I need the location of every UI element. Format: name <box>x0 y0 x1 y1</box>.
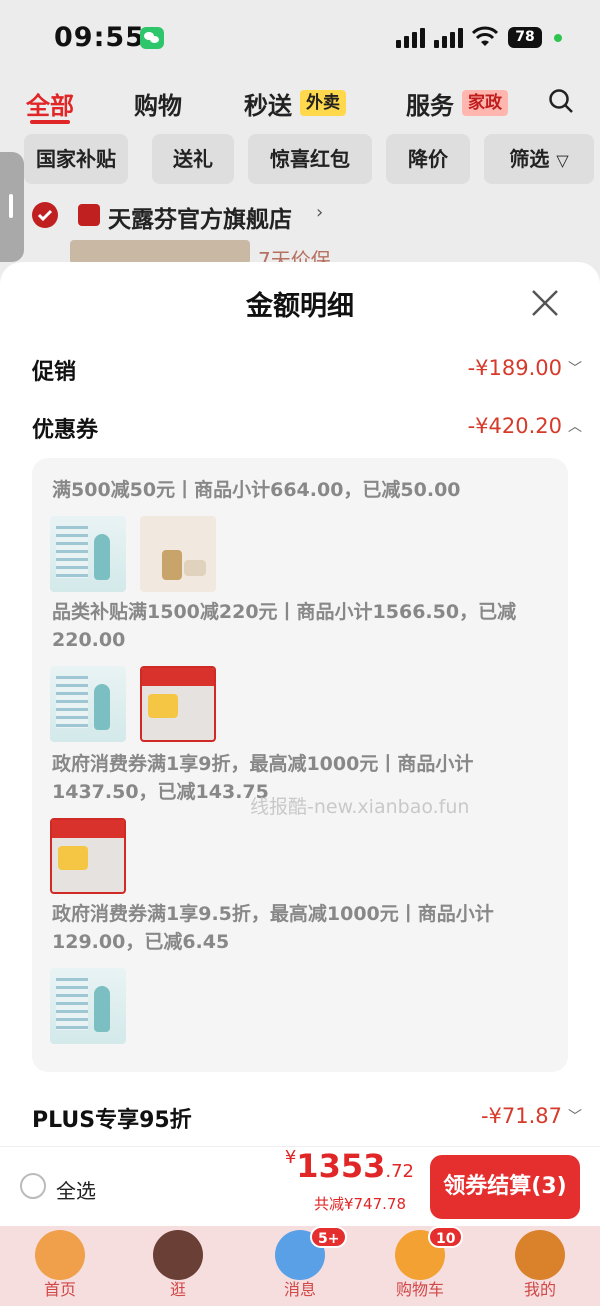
coupon-detail-box: 满500减50元丨商品小计664.00，已减50.00 品类补贴满1500减22… <box>32 458 568 1072</box>
product-thumbnail <box>50 818 126 894</box>
chip-gift[interactable]: 送礼 <box>152 134 234 184</box>
tab-underline <box>30 120 70 124</box>
promo-amount-row[interactable]: -¥189.00 ﹀ <box>467 356 582 380</box>
takeout-tag: 外卖 <box>300 90 346 116</box>
privacy-dot <box>554 34 562 42</box>
chevron-right-icon: › <box>316 202 324 223</box>
watermark-text: 线报酷-new.xianbao.fun <box>250 796 470 818</box>
plus-amount: -¥71.87 <box>480 1104 562 1128</box>
currency-symbol: ¥ <box>284 1147 297 1168</box>
promo-amount: -¥189.00 <box>467 356 562 380</box>
side-handle[interactable] <box>0 152 24 262</box>
chevron-up-icon: ︿ <box>568 419 582 435</box>
chip-filter-label: 筛选 <box>509 147 550 171</box>
wifi-icon <box>472 26 498 46</box>
status-bar: 09:55 78 <box>0 0 600 76</box>
plus-amount-row[interactable]: -¥71.87 ﹀ <box>480 1104 582 1128</box>
chevron-down-icon: ﹀ <box>568 361 582 377</box>
tab-instant[interactable]: 秒送 <box>244 86 292 121</box>
tab-cart-label: 购物车 <box>395 1280 444 1299</box>
store-row: 天露芬官方旗舰店 › 7天价保 <box>0 194 600 272</box>
total-saved[interactable]: 共减¥747.78 <box>314 1193 406 1214</box>
select-all-label[interactable]: 全选 <box>56 1175 96 1204</box>
tab-browse[interactable]: 逛 <box>128 1226 228 1306</box>
funnel-icon: ▽ <box>556 151 569 170</box>
chip-national-subsidy[interactable]: 国家补贴 <box>24 134 128 184</box>
tab-cart[interactable]: 10 购物车 <box>370 1226 470 1306</box>
tab-me[interactable]: 我的 <box>490 1226 590 1306</box>
chip-price-drop[interactable]: 降价 <box>386 134 470 184</box>
messages-badge: 5+ <box>310 1226 348 1248</box>
chip-filter[interactable]: 筛选 ▽ <box>484 134 594 184</box>
store-icon <box>78 204 100 226</box>
tab-browse-label: 逛 <box>169 1280 186 1299</box>
product-thumbnail <box>70 240 250 264</box>
signal-icon <box>396 28 425 48</box>
store-name[interactable]: 天露芬官方旗舰店 <box>108 200 292 234</box>
sheet-body: 促销 -¥189.00 ﹀ 优惠券 -¥420.20 ︿ 满500减50元丨商品… <box>14 340 586 1146</box>
product-thumbnail <box>50 516 126 592</box>
select-all-radio[interactable] <box>20 1173 46 1199</box>
total-integer: 1353 <box>296 1147 386 1185</box>
chevron-down-icon: ﹀ <box>568 1109 582 1125</box>
housekeeping-tag: 家政 <box>462 90 508 116</box>
top-tabs: 全部 购物 秒送 外卖 服务 家政 <box>0 80 600 130</box>
tab-shopping[interactable]: 购物 <box>134 86 182 121</box>
plus-label: PLUS专享95折 <box>32 1108 192 1133</box>
wechat-icon <box>140 27 164 49</box>
coupon-amount: -¥420.20 <box>467 414 562 438</box>
signal-icon-2 <box>434 28 463 48</box>
lion-mascot-icon <box>515 1230 565 1280</box>
tab-home-label: 首页 <box>43 1280 76 1299</box>
check-icon <box>37 209 53 222</box>
search-icon[interactable] <box>548 88 574 114</box>
tab-messages-label: 消息 <box>283 1280 316 1299</box>
cart-badge: 10 <box>428 1226 464 1248</box>
product-thumbnail <box>140 666 216 742</box>
amount-detail-sheet: 金额明细 促销 -¥189.00 ﹀ 优惠券 -¥420.20 ︿ 满500减5… <box>0 262 600 1146</box>
bottom-tab-bar: 首页 逛 5+ 消息 10 购物车 我的 <box>0 1226 600 1306</box>
product-thumbnail <box>50 666 126 742</box>
tab-service[interactable]: 服务 <box>406 86 454 121</box>
product-thumbnail <box>140 516 216 592</box>
tab-all[interactable]: 全部 <box>26 86 74 121</box>
bear-mascot-icon <box>153 1230 203 1280</box>
filter-chips: 国家补贴 送礼 惊喜红包 降价 筛选 ▽ <box>0 134 600 186</box>
chip-red-packet[interactable]: 惊喜红包 <box>248 134 372 184</box>
checkout-bar: 全选 ¥1353.72 共减¥747.78 领券结算(3) <box>0 1146 600 1226</box>
fox-mascot-icon <box>35 1230 85 1280</box>
store-checkbox[interactable] <box>32 202 58 228</box>
checkout-button[interactable]: 领券结算(3) <box>430 1155 580 1219</box>
coupon-item-text: 政府消费券满1享9.5折，最高减1000元丨商品小计129.00，已减6.45 <box>52 903 494 953</box>
clock: 09:55 <box>54 22 145 53</box>
coupon-amount-row[interactable]: -¥420.20 ︿ <box>467 414 582 438</box>
coupon-item-text: 品类补贴满1500减220元丨商品小计1566.50，已减220.00 <box>52 601 517 651</box>
tab-me-label: 我的 <box>523 1280 556 1299</box>
promo-label: 促销 <box>32 360 77 385</box>
product-thumbnail <box>50 968 126 1044</box>
tab-home[interactable]: 首页 <box>10 1226 110 1306</box>
total-price: ¥1353.72 <box>285 1147 414 1185</box>
total-decimal: .72 <box>385 1161 414 1182</box>
close-icon[interactable] <box>530 288 560 318</box>
sheet-title: 金额明细 <box>246 291 354 322</box>
coupon-label: 优惠券 <box>32 418 99 443</box>
battery-indicator: 78 <box>508 27 542 48</box>
tab-messages[interactable]: 5+ 消息 <box>250 1226 350 1306</box>
coupon-item-text: 满500减50元丨商品小计664.00，已减50.00 <box>52 479 461 501</box>
